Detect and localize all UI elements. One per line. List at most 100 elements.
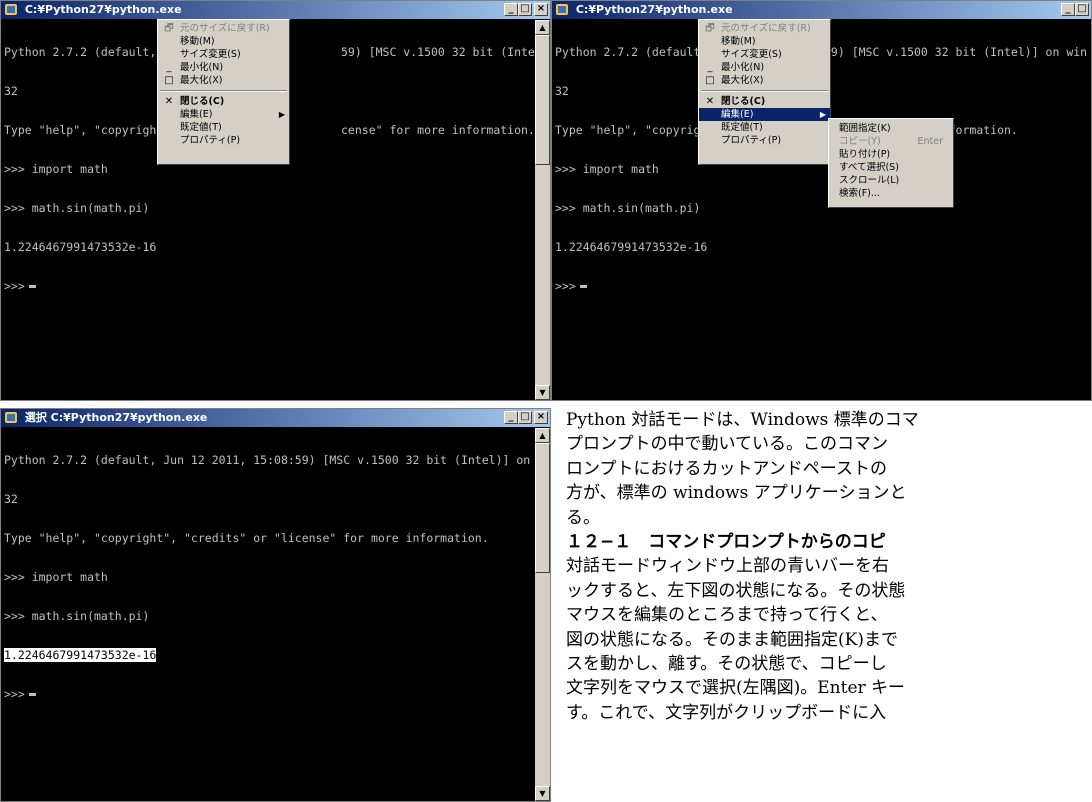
window-title: C:¥Python27¥python.exe <box>24 3 182 16</box>
close-button[interactable]: × <box>534 411 548 424</box>
menu-item-edit[interactable]: 編集(E) ▶ <box>158 108 289 121</box>
title-bar[interactable]: C:¥Python27¥python.exe _ □ × <box>552 1 1091 19</box>
python-icon[interactable] <box>4 411 18 424</box>
menu-item-minimize[interactable]: _ 最小化(N) <box>158 61 289 74</box>
console-line: >>> math.sin(math.pi) <box>4 609 150 623</box>
doc-line: Python 対話モードは、Windows 標準のコマ <box>566 410 919 430</box>
console-window-1: C:¥Python27¥python.exe _ □ × Python 2.7.… <box>0 0 551 401</box>
menu-item-close[interactable]: ✕ 閉じる(C) <box>699 95 830 108</box>
console-line: >>> import math <box>4 570 108 584</box>
menu-item-find[interactable]: 検索(F)... <box>829 187 953 200</box>
console-line: Type "help", "copyright", "credits" or "… <box>4 531 489 545</box>
maximize-button[interactable]: □ <box>518 3 532 16</box>
scroll-down-icon[interactable]: ▼ <box>535 786 550 801</box>
submenu-arrow-icon: ▶ <box>278 110 285 119</box>
document-text: Python 対話モードは、Windows 標準のコマ プロンプトの中で動いてい… <box>566 408 1092 802</box>
close-button[interactable]: × <box>534 3 548 16</box>
system-menu: 🗗 元のサイズに戻す(R) 移動(M) サイズ変更(S) _ 最小化(N) □ 最大化… <box>157 19 290 165</box>
title-bar[interactable]: C:¥Python27¥python.exe _ □ × <box>1 1 550 19</box>
python-icon[interactable] <box>555 3 569 16</box>
console-line: Python 2.7.2 (default, Jun 12 2011, 15:0… <box>4 453 534 467</box>
console-window-3: 選択 C:¥Python27¥python.exe _ □ × Python 2… <box>0 408 551 802</box>
menu-item-restore[interactable]: 🗗 元のサイズに戻す(R) <box>699 22 830 35</box>
doc-line: スを動かし、離す。その状態で、コピーし <box>566 654 887 675</box>
edit-submenu: 範囲指定(K) コピー(Y) Enter 貼り付け(P) すべて選択(S) スクロ… <box>828 118 954 208</box>
window-title: C:¥Python27¥python.exe <box>575 3 733 16</box>
doc-line: ックすると、左下図の状態になる。その状態 <box>566 580 906 601</box>
scroll-up-icon[interactable]: ▲ <box>535 428 550 443</box>
menu-item-size[interactable]: サイズ変更(S) <box>158 48 289 61</box>
minimize-icon: _ <box>707 62 713 73</box>
text-cursor <box>28 285 36 288</box>
doc-line: 文字列をマウスで選択(左隅図)。Enter キー <box>566 678 906 699</box>
menu-item-move[interactable]: 移動(M) <box>158 35 289 48</box>
console-line: cense" for more information. <box>341 123 535 137</box>
menu-item-edit[interactable]: 編集(E) ▶ <box>699 108 830 121</box>
close-icon: ✕ <box>164 96 174 107</box>
menu-item-restore[interactable]: 🗗 元のサイズに戻す(R) <box>158 22 289 35</box>
maximize-icon: □ <box>164 75 174 86</box>
restore-icon: 🗗 <box>164 23 174 34</box>
menu-item-maximize[interactable]: □ 最大化(X) <box>158 74 289 87</box>
menu-item-paste[interactable]: 貼り付け(P) <box>829 148 953 161</box>
system-menu: 🗗 元のサイズに戻す(R) 移動(M) サイズ変更(S) _ 最小化(N) □ 最大化… <box>698 19 831 165</box>
doc-line: ロンプトにおけるカットアンドペーストの <box>566 458 887 479</box>
submenu-arrow-icon: ▶ <box>819 110 826 119</box>
scroll-up-icon[interactable]: ▲ <box>535 20 550 35</box>
doc-line: 図の状態になる。そのまま範囲指定(K)まで <box>566 629 898 650</box>
console-output-right: 59) [MSC v.1500 32 bit (Intel)] on win c… <box>341 20 551 163</box>
doc-line: 方が、標準の windows アプリケーションと <box>566 483 907 504</box>
menu-item-move[interactable]: 移動(M) <box>699 35 830 48</box>
title-bar[interactable]: 選択 C:¥Python27¥python.exe _ □ × <box>1 409 550 427</box>
menu-separator <box>701 90 828 92</box>
menu-item-close[interactable]: ✕ 閉じる(C) <box>158 95 289 108</box>
menu-item-properties[interactable]: プロパティ(P) <box>699 134 830 147</box>
console-line: >>> math.sin(math.pi) <box>555 201 701 215</box>
menu-item-mark[interactable]: 範囲指定(K) <box>829 122 953 135</box>
console-line: 59) [MSC v.1500 32 bit (Intel)] on win <box>341 45 551 59</box>
menu-item-size[interactable]: サイズ変更(S) <box>699 48 830 61</box>
console-prompt: >>> <box>4 687 25 701</box>
doc-line: マウスを編集のところまで持って行くと、 <box>566 605 888 626</box>
text-cursor <box>28 693 36 696</box>
maximize-button[interactable]: □ <box>1075 3 1089 16</box>
console-line: 1.2246467991473532e-16 <box>4 240 157 254</box>
minimize-icon: _ <box>166 62 172 73</box>
menu-item-copy[interactable]: コピー(Y) Enter <box>829 135 953 148</box>
menu-item-minimize[interactable]: _ 最小化(N) <box>699 61 830 74</box>
python-icon[interactable] <box>4 3 18 16</box>
console-line: 59) [MSC v.1500 32 bit (Intel)] on win <box>824 45 1088 59</box>
scroll-down-icon[interactable]: ▼ <box>535 385 550 400</box>
close-icon: ✕ <box>705 96 715 107</box>
menu-item-select-all[interactable]: すべて選択(S) <box>829 161 953 174</box>
doc-line: プロンプトの中で動いている。このコマン <box>566 434 888 455</box>
console-line: 1.2246467991473532e-16 <box>555 240 708 254</box>
scroll-thumb[interactable] <box>535 443 550 573</box>
menu-item-properties[interactable]: プロパティ(P) <box>158 134 289 147</box>
menu-separator <box>160 90 287 92</box>
menu-item-scroll[interactable]: スクロール(L) <box>829 174 953 187</box>
window-title: 選択 C:¥Python27¥python.exe <box>24 411 208 424</box>
minimize-button[interactable]: _ <box>504 3 518 16</box>
selected-text[interactable]: 1.2246467991473532e-16 <box>4 648 157 662</box>
console-output[interactable]: Python 2.7.2 (default, Jun 12 2011, 15:0… <box>3 428 534 801</box>
menu-item-defaults[interactable]: 既定値(T) <box>699 121 830 134</box>
doc-line: る。 <box>566 507 600 528</box>
scroll-thumb[interactable] <box>535 35 550 165</box>
minimize-button[interactable]: _ <box>1061 3 1075 16</box>
console-window-2: C:¥Python27¥python.exe _ □ × Python 2.7.… <box>551 0 1092 401</box>
menu-item-defaults[interactable]: 既定値(T) <box>158 121 289 134</box>
maximize-button[interactable]: □ <box>518 411 532 424</box>
minimize-button[interactable]: _ <box>504 411 518 424</box>
section-heading: １２−１ コマンドプロンプトからのコピ <box>566 532 886 553</box>
restore-icon: 🗗 <box>705 23 715 34</box>
vertical-scrollbar[interactable]: ▲ ▼ <box>535 428 550 801</box>
console-line: >>> math.sin(math.pi) <box>4 201 150 215</box>
menu-item-maximize[interactable]: □ 最大化(X) <box>699 74 830 87</box>
vertical-scrollbar[interactable]: ▲ ▼ <box>535 20 550 400</box>
doc-line: 対話モードウィンドウ上部の青いバーを右 <box>566 556 889 577</box>
text-cursor <box>579 285 587 288</box>
console-prompt: >>> <box>555 279 576 293</box>
